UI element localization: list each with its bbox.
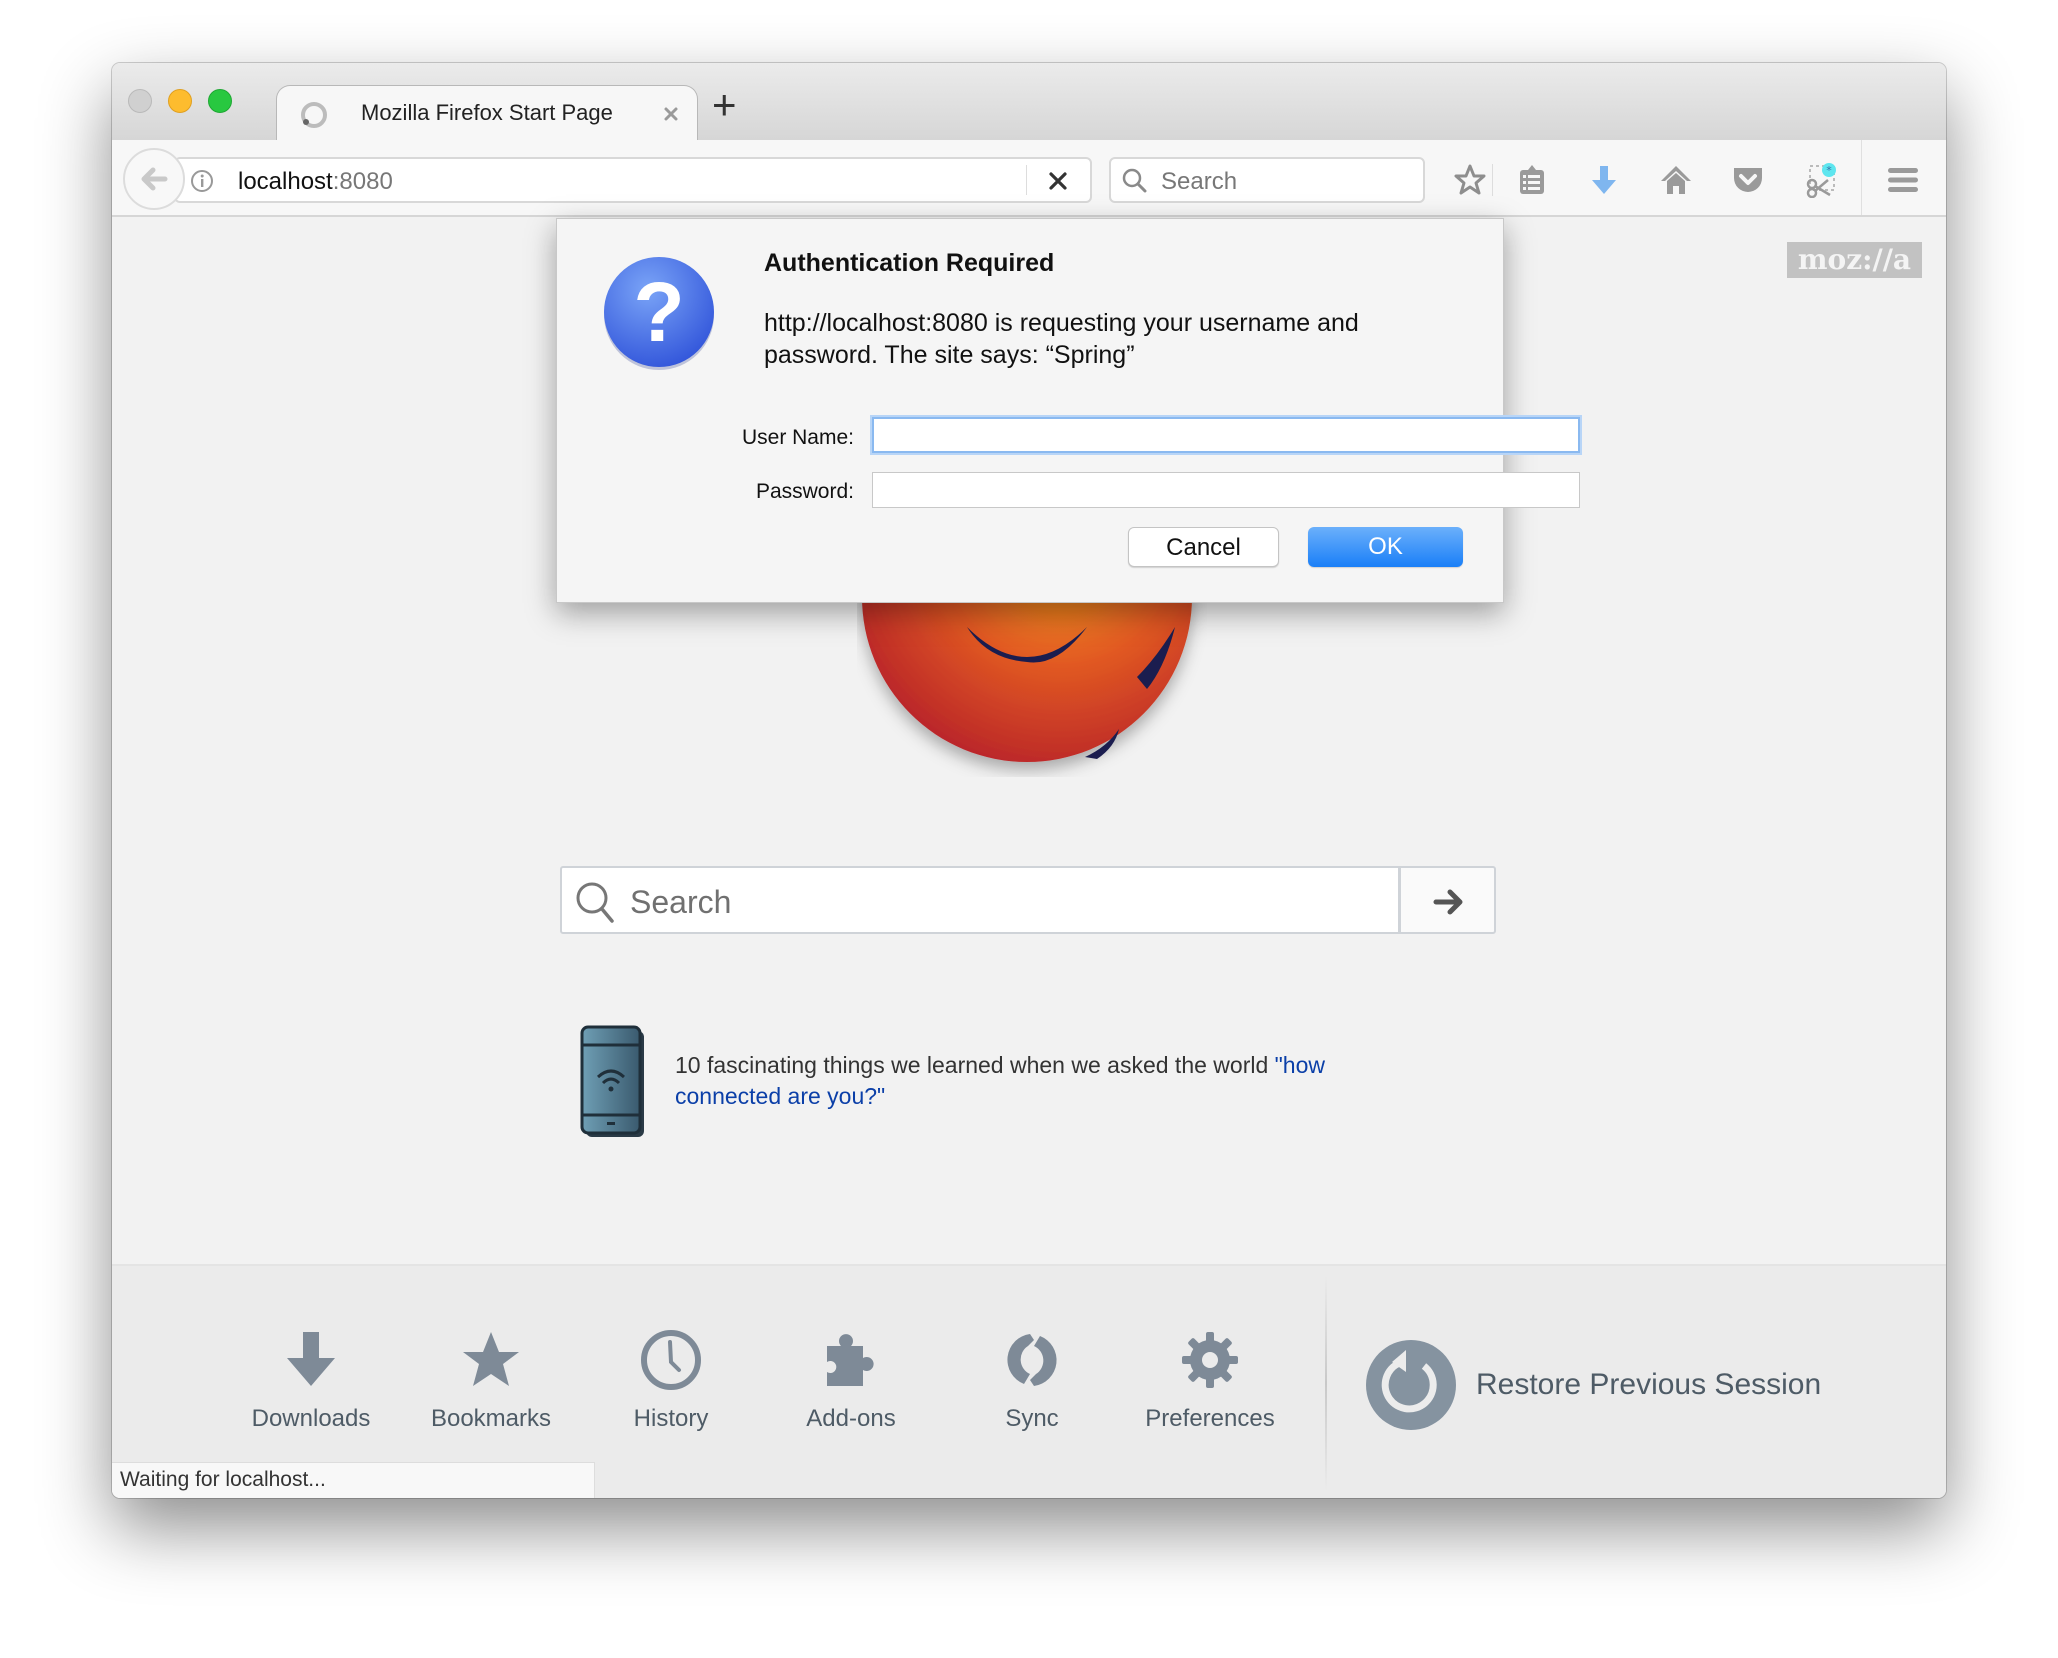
bookmark-star-icon[interactable] xyxy=(1452,162,1488,198)
restore-session-button[interactable]: Restore Previous Session xyxy=(1364,1338,1924,1434)
password-label: Password: xyxy=(755,480,854,503)
arrow-right-icon xyxy=(1433,889,1463,915)
restore-session-label: Restore Previous Session xyxy=(1476,1368,1822,1401)
launcher-addons[interactable]: Add-ons xyxy=(766,1328,936,1433)
close-tab-icon[interactable] xyxy=(663,106,679,122)
dialog-message: http://localhost:8080 is requesting your… xyxy=(764,309,1359,369)
toolbar-separator xyxy=(1861,140,1862,215)
restore-icon xyxy=(1366,1340,1456,1430)
browser-window: Mozilla Firefox Start Page + localhost:8… xyxy=(112,63,1946,1498)
url-bar-separator xyxy=(1026,165,1027,195)
close-window-button[interactable] xyxy=(128,89,152,113)
question-icon: ? xyxy=(604,257,714,370)
authentication-dialog: ? Authentication Required http://localho… xyxy=(556,218,1580,603)
mozilla-logo-text: moz://a xyxy=(1797,243,1912,276)
search-go-button[interactable] xyxy=(1399,866,1496,934)
back-arrow-icon xyxy=(141,167,168,191)
username-field[interactable] xyxy=(872,417,1580,453)
stop-loading-icon[interactable] xyxy=(1048,171,1068,191)
main-search-input[interactable]: Search xyxy=(560,866,1400,934)
status-text: Waiting for localhost... xyxy=(120,1468,326,1491)
toolbar-separator xyxy=(1492,164,1493,196)
hamburger-menu-icon[interactable] xyxy=(1885,162,1921,198)
status-bar: Waiting for localhost... xyxy=(112,1462,595,1498)
back-button[interactable] xyxy=(123,148,185,210)
snippet-text: 10 fascinating things we learned when we… xyxy=(675,1052,1275,1078)
launcher-divider xyxy=(1325,1276,1327,1491)
download-icon[interactable] xyxy=(1586,162,1622,198)
svg-text:?: ? xyxy=(633,265,684,359)
launcher-label: Downloads xyxy=(251,1405,371,1432)
password-field[interactable] xyxy=(872,472,1580,508)
new-tab-button[interactable]: + xyxy=(712,81,737,129)
clock-icon xyxy=(641,1330,701,1390)
site-info-icon[interactable] xyxy=(190,169,214,193)
search-icon xyxy=(1122,168,1147,193)
gear-icon xyxy=(1182,1332,1238,1388)
cancel-button[interactable]: Cancel xyxy=(1128,527,1279,567)
snippet: 10 fascinating things we learned when we… xyxy=(675,1050,1395,1112)
reading-list-icon[interactable] xyxy=(1514,162,1550,198)
download-icon xyxy=(287,1332,335,1386)
tab-strip: Mozilla Firefox Start Page + xyxy=(112,63,1946,141)
pocket-icon[interactable] xyxy=(1730,162,1766,198)
home-icon[interactable] xyxy=(1658,162,1694,198)
puzzle-icon xyxy=(827,1334,874,1386)
launcher-history[interactable]: History xyxy=(586,1328,756,1433)
sync-icon xyxy=(1007,1334,1057,1386)
launcher-bookmarks[interactable]: Bookmarks xyxy=(406,1328,576,1433)
username-label: User Name: xyxy=(741,426,854,449)
tab-mozilla-start-page[interactable]: Mozilla Firefox Start Page xyxy=(276,85,698,141)
navigation-toolbar: localhost:8080 Search * xyxy=(112,140,1946,217)
url-host: localhost xyxy=(238,168,333,195)
svg-text:*: * xyxy=(1826,164,1832,177)
search-icon xyxy=(576,882,614,923)
loading-spinner-icon xyxy=(301,102,327,128)
launcher-label: Preferences xyxy=(1145,1405,1275,1432)
star-icon xyxy=(463,1332,519,1386)
screenshot-icon[interactable]: * xyxy=(1802,162,1838,198)
launcher-sync[interactable]: Sync xyxy=(947,1328,1117,1433)
launcher-preferences[interactable]: Preferences xyxy=(1125,1328,1295,1433)
minimize-window-button[interactable] xyxy=(168,89,192,113)
toolbar-search-box[interactable]: Search xyxy=(1109,157,1425,203)
launcher-label: Bookmarks xyxy=(430,1405,552,1432)
launcher-downloads[interactable]: Downloads xyxy=(226,1328,396,1433)
launcher-label: History xyxy=(633,1405,709,1432)
mozilla-logo: moz://a xyxy=(1787,242,1922,278)
tab-title: Mozilla Firefox Start Page xyxy=(361,100,613,125)
main-search-placeholder: Search xyxy=(630,884,732,920)
url-port: :8080 xyxy=(332,168,393,195)
zoom-window-button[interactable] xyxy=(208,89,232,113)
launcher-label: Add-ons xyxy=(806,1405,896,1432)
ok-button[interactable]: OK xyxy=(1308,527,1463,567)
connected-phone-icon xyxy=(580,1025,644,1137)
url-text[interactable]: localhost:8080 xyxy=(238,168,393,196)
toolbar-search-placeholder: Search xyxy=(1161,168,1238,195)
url-bar[interactable]: localhost:8080 xyxy=(174,157,1092,203)
launcher-label: Sync xyxy=(1005,1405,1059,1432)
dialog-title: Authentication Required xyxy=(764,249,1055,277)
